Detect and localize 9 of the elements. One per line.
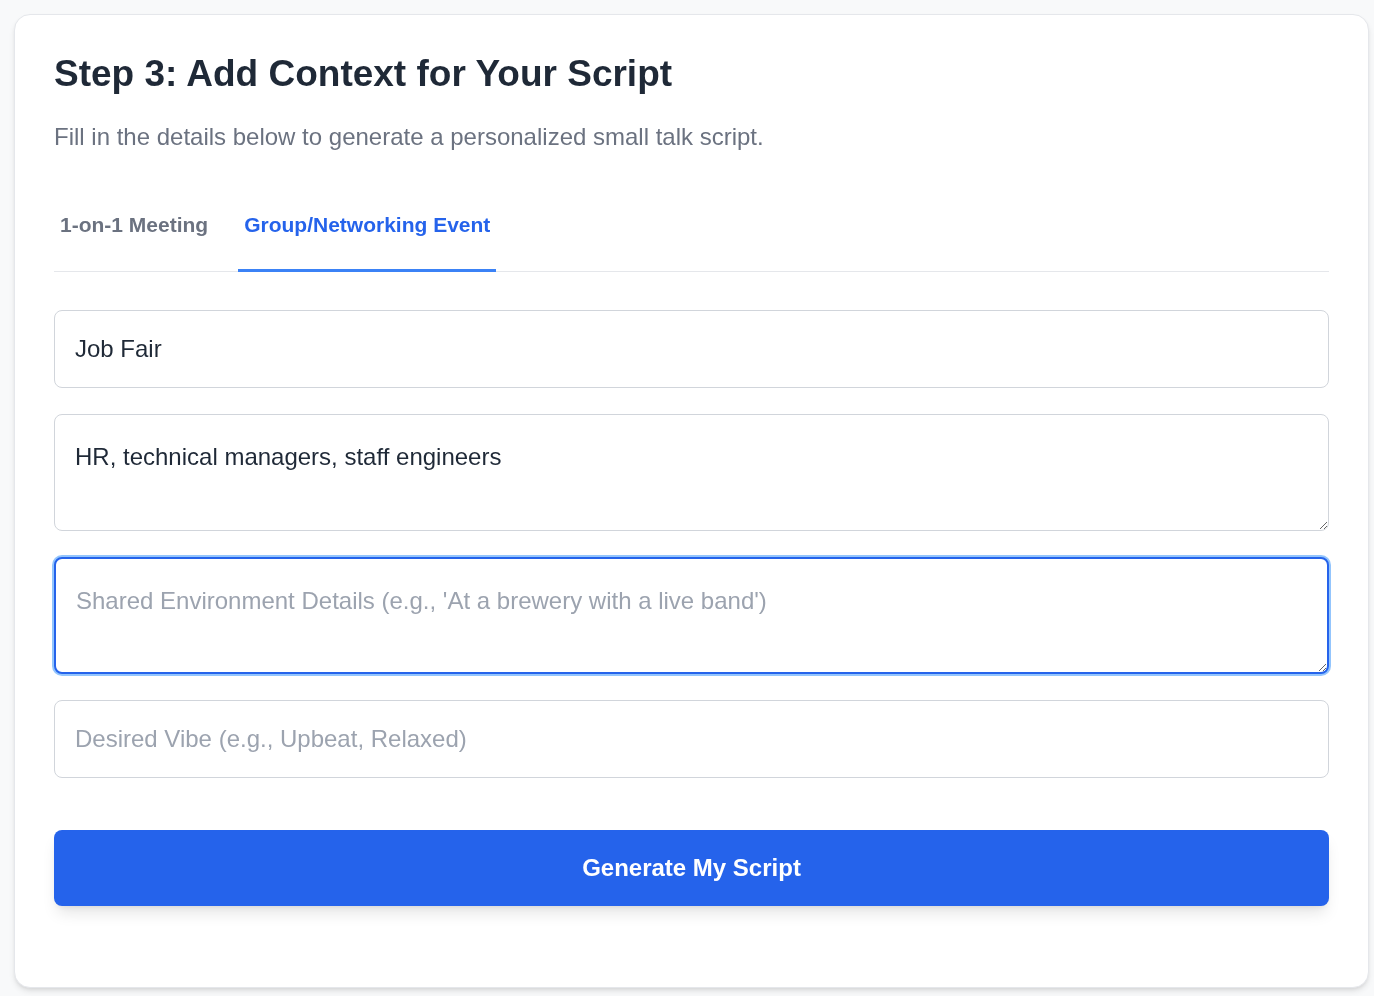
text-input-field[interactable]: Desired Vibe (e.g., Upbeat, Relaxed) — [54, 699, 1329, 778]
step-title: Step 3: Add Context for Your Script — [54, 52, 674, 96]
tab[interactable]: Group/Networking Event — [238, 209, 497, 272]
text-area-field[interactable]: HR, technical managers, staff engineers — [54, 413, 1329, 531]
text-area-field[interactable]: Shared Environment Details (e.g., 'At a brewery with a live band') — [54, 556, 1329, 674]
step-subtitle: Fill in the details below to generate a personalized small talk script. — [54, 122, 765, 153]
text-input-field[interactable]: Job Fair — [54, 309, 1329, 388]
tab[interactable]: 1-on-1 Meeting — [54, 209, 215, 272]
generate-button[interactable]: Generate My Script — [54, 829, 1329, 906]
